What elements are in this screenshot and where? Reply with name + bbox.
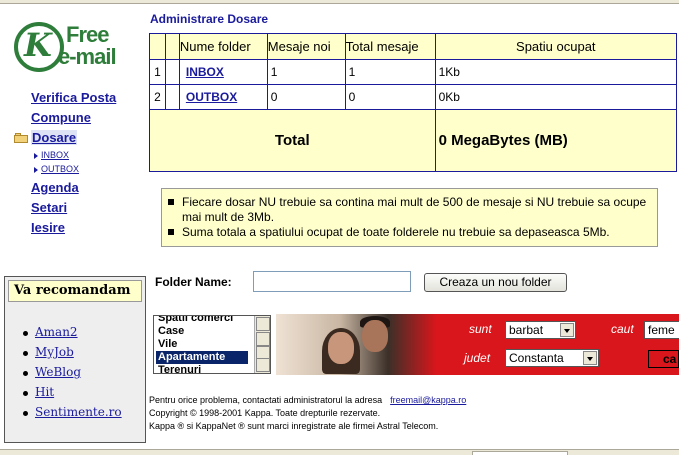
nav-subfolder-outbox[interactable]: OUTBOX (34, 164, 79, 174)
ad-caut-select[interactable]: feme (644, 321, 679, 339)
row-total: 1 (344, 59, 436, 85)
ad-judet-label: judet (464, 351, 491, 365)
listbox-option[interactable]: Terenuri (156, 364, 248, 373)
bullet-icon (168, 199, 174, 205)
folder-open-icon (14, 133, 28, 143)
scroll-down-button[interactable] (256, 358, 270, 372)
ad-sunt-select[interactable]: barbat (505, 321, 576, 339)
folders-table: Nume folder Mesaje noi Total mesaje Spat… (149, 33, 678, 172)
nav-compune[interactable]: Compune (31, 110, 91, 125)
note-item: Suma totala a spatiului ocupat de toate … (168, 225, 651, 240)
table-header-total: Total mesaje (344, 33, 436, 60)
row-index: 1 (149, 59, 166, 85)
row-spacer (164, 59, 180, 85)
logo-email-text: e-mail (58, 44, 117, 69)
ad-sunt-value: barbat (509, 323, 544, 337)
recommend-title: Va recomandam (8, 280, 142, 302)
row-index: 2 (149, 84, 166, 110)
recommend-link[interactable]: Aman2 (23, 325, 78, 339)
recommend-link[interactable]: MyJob (23, 345, 74, 359)
ad-cauta-button[interactable]: ca (648, 350, 679, 368)
ad-property-listbox[interactable]: Spatii comerci Case Vile Apartamente Terenur… (153, 315, 271, 374)
sidebar: K Free e-mail Verifica Posta Compune Dos… (0, 4, 148, 449)
browser-status-bar (0, 449, 679, 455)
row-new: 1 (266, 59, 346, 85)
status-progress-bar (472, 451, 568, 455)
freemail-logo[interactable]: K Free e-mail (14, 18, 134, 76)
ad-caut-label: caut (611, 322, 634, 336)
ad-listbox-scrollbar[interactable] (254, 316, 270, 373)
row-size: 0Kb (434, 84, 678, 110)
table-total-row: Total 0 MegaBytes (MB) (149, 109, 678, 172)
nav-agenda[interactable]: Agenda (31, 180, 79, 195)
dating-ad-banner[interactable]: sunt barbat caut feme judet Constanta ca (276, 314, 679, 375)
bullet-icon (23, 351, 28, 356)
triangle-right-icon (34, 152, 38, 159)
ad-sunt-label: sunt (469, 322, 492, 336)
nav-dosare-item[interactable]: Dosare (14, 130, 84, 146)
bullet-icon (168, 229, 174, 235)
table-header-name: Nume folder (178, 33, 268, 60)
note-text: Fiecare dosar NU trebuie sa contina mai … (182, 195, 647, 224)
ad-photo (276, 314, 436, 375)
nav-dosare[interactable]: Dosare (31, 130, 78, 145)
listbox-option[interactable]: Case (156, 325, 248, 338)
bullet-icon (23, 411, 28, 416)
nav-subfolder-inbox-label: INBOX (41, 150, 70, 160)
note-text: Suma totala a spatiului ocupat de toate … (182, 225, 610, 239)
nav-subfolder-inbox[interactable]: INBOX (34, 150, 69, 160)
total-value: 0 MegaBytes (MB) (434, 109, 678, 172)
table-header-index (149, 33, 166, 60)
folder-name-label: Folder Name: (155, 275, 232, 289)
table-header-spacer (164, 33, 180, 60)
table-row: 2 OUTBOX 0 0 0Kb (149, 84, 678, 110)
chevron-down-icon (583, 351, 597, 365)
folder-name-input[interactable] (253, 271, 411, 292)
triangle-right-icon (34, 166, 38, 173)
listbox-option[interactable]: Apartamente (156, 351, 248, 364)
table-row: 1 INBOX 1 1 1Kb (149, 59, 678, 85)
folder-link-inbox[interactable]: INBOX (186, 65, 224, 79)
recommend-link[interactable]: WeBlog (23, 365, 81, 379)
row-total: 0 (344, 84, 436, 110)
bullet-icon (23, 391, 28, 396)
table-header-size: Spatiu ocupat (434, 33, 678, 60)
recommend-link[interactable]: Sentimente.ro (23, 405, 122, 419)
folder-link-outbox[interactable]: OUTBOX (186, 90, 237, 104)
scroll-up-button[interactable] (256, 317, 270, 331)
recommend-box: Va recomandam Aman2 MyJob WeBlog Hit Sentime… (4, 276, 146, 443)
scroll-thumb[interactable] (256, 332, 270, 346)
footer-contact-line: Pentru orice problema, contactati admini… (149, 394, 677, 407)
nav-setari[interactable]: Setari (31, 200, 67, 215)
nav-subfolder-outbox-label: OUTBOX (41, 164, 80, 174)
footer-trademark: Kappa ® si KappaNet ® sunt marci inregis… (149, 421, 439, 431)
bullet-icon (23, 371, 28, 376)
row-size: 1Kb (434, 59, 678, 85)
chevron-down-icon (560, 323, 574, 337)
listbox-option[interactable]: Vile (156, 338, 248, 351)
recommend-link[interactable]: Hit (23, 385, 54, 399)
footer: Pentru orice problema, contactati admini… (149, 394, 677, 433)
total-label: Total (149, 109, 436, 172)
create-folder-button[interactable]: Creaza un nou folder (424, 273, 567, 292)
row-spacer (164, 84, 180, 110)
ad-judet-value: Constanta (509, 351, 564, 365)
nav-verifica-posta[interactable]: Verifica Posta (31, 90, 116, 105)
nav-iesire[interactable]: Iesire (31, 220, 65, 235)
footer-contact-text: Pentru orice problema, contactati admini… (149, 395, 383, 405)
ad-judet-select[interactable]: Constanta (505, 349, 599, 367)
row-new: 0 (266, 84, 346, 110)
footer-copyright: Copyright © 1998-2001 Kappa. Toate drept… (149, 408, 381, 418)
table-header-new: Mesaje noi (266, 33, 346, 60)
main-content: Administrare Dosare Nume folder Mesaje n… (148, 4, 679, 449)
logo-k: K (24, 26, 52, 64)
ad-caut-value: feme (648, 323, 675, 337)
note-item: Fiecare dosar NU trebuie sa contina mai … (168, 195, 651, 225)
listbox-option[interactable]: Spatii comerci (156, 316, 248, 325)
page-title: Administrare Dosare (150, 12, 269, 26)
bullet-icon (23, 331, 28, 336)
admin-email-link[interactable]: freemail@kappa.ro (390, 395, 466, 405)
table-header-row: Nume folder Mesaje noi Total mesaje Spat… (149, 33, 678, 60)
notes-box: Fiecare dosar NU trebuie sa contina mai … (161, 188, 658, 247)
